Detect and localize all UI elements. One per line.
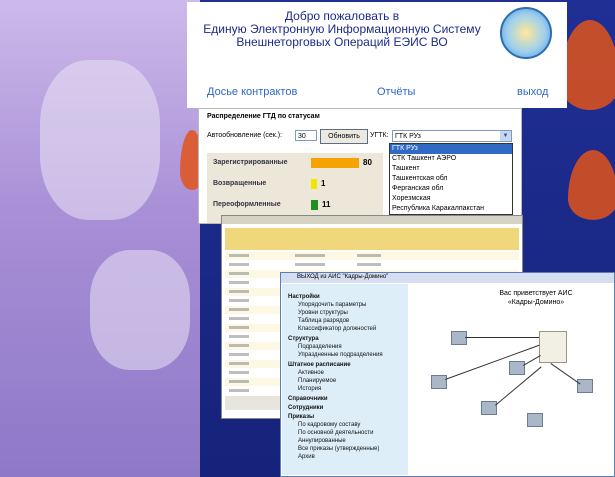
status-bar-reissued	[311, 200, 318, 210]
background-figure	[40, 60, 160, 220]
tree-item[interactable]: Таблица разрядов	[298, 318, 349, 324]
status-bar-returned	[311, 179, 317, 189]
computer-icon	[481, 401, 497, 415]
tree-item[interactable]: Упорядочить параметры	[298, 302, 366, 308]
tree-item[interactable]: Планируемое	[298, 378, 336, 384]
table-cell	[229, 263, 249, 266]
ugtk-select[interactable]: ГТК РУз ▼	[392, 130, 512, 142]
table-cell	[229, 353, 249, 356]
table-footer	[225, 396, 285, 410]
hr-welcome-line-1: Вас приветствует АИС	[499, 290, 573, 297]
gtd-title: Распределение ГТД по статусам	[207, 113, 320, 120]
refresh-button[interactable]: Обновить	[320, 129, 368, 144]
tree-item[interactable]: Классификатор должностей	[298, 326, 376, 332]
table-cell	[229, 362, 249, 365]
computer-icon	[527, 413, 543, 427]
table-cell	[229, 380, 249, 383]
status-count-reissued: 11	[322, 200, 331, 209]
ugtk-option[interactable]: ГТК РУз	[390, 144, 512, 154]
tree-item-settings[interactable]: Настройки	[288, 294, 320, 300]
chevron-down-icon[interactable]: ▼	[500, 131, 511, 141]
tree-item-employees[interactable]: Сотрудники	[288, 405, 323, 411]
ugtk-option[interactable]: Ташкентская обл	[390, 174, 512, 184]
hr-navigation-tree: Настройки Упорядочить параметры Уровни с…	[282, 284, 408, 475]
computer-icon	[431, 375, 447, 389]
table-cell	[229, 281, 249, 284]
tree-item[interactable]: По основной деятельности	[298, 430, 373, 436]
nav-reports-link[interactable]: Отчёты	[377, 86, 415, 98]
connection-line	[550, 363, 581, 385]
ugtk-option[interactable]: Ташкент	[390, 164, 512, 174]
table-cell	[229, 326, 249, 329]
computer-icon	[577, 379, 593, 393]
hr-welcome: Вас приветствует АИС «Кадры-Домино»	[461, 289, 611, 307]
state-emblem-icon	[500, 7, 552, 59]
status-chart: Зарегистрированные 80 Возвращенные 1 Пер…	[207, 153, 383, 223]
tree-item[interactable]: Уровни структуры	[298, 310, 348, 316]
nav-exit-link[interactable]: выход	[517, 86, 548, 98]
table-cell	[295, 254, 325, 257]
tree-item[interactable]: История	[298, 386, 321, 392]
computer-icon	[451, 331, 467, 345]
status-bar-registered	[311, 158, 359, 168]
tree-item[interactable]: Архив	[298, 454, 315, 460]
ugtk-option[interactable]: Ферганская обл	[390, 184, 512, 194]
portal-header: Добро пожаловать в Единую Электронную Ин…	[187, 2, 567, 108]
tree-item-orders[interactable]: Приказы	[288, 414, 314, 420]
server-icon	[539, 331, 567, 363]
tree-item[interactable]: По кадровому составу	[298, 422, 360, 428]
table-header-row	[225, 228, 519, 250]
status-count-registered: 80	[363, 158, 372, 167]
hr-window-titlebar: ВЫХОД из АИС "Кадры-Домино"	[281, 273, 614, 283]
tree-item[interactable]: Аннулированные	[298, 438, 346, 444]
table-cell	[295, 263, 325, 266]
table-cell	[229, 272, 249, 275]
status-label-registered: Зарегистрированные	[213, 159, 288, 166]
welcome-line-3: Внешнеторговых Операций ЕЭИС ВО	[236, 35, 448, 49]
table-row[interactable]	[225, 252, 519, 260]
hr-welcome-line-2: «Кадры-Домино»	[507, 299, 565, 306]
tree-item[interactable]: Все приказы (утвержденные)	[298, 446, 379, 452]
ugtk-label: УГТК:	[370, 132, 389, 139]
table-cell	[229, 254, 249, 257]
ugtk-dropdown-list[interactable]: ГТК РУз СТК Ташкент АЭРО Ташкент Ташкент…	[389, 143, 513, 215]
background-figure	[90, 250, 190, 370]
connection-line	[465, 337, 539, 338]
tree-item-structure[interactable]: Структура	[288, 336, 319, 342]
hr-exit-link[interactable]: ВЫХОД из АИС "Кадры-Домино"	[297, 274, 388, 280]
table-menubar[interactable]	[222, 216, 522, 224]
table-cell	[229, 317, 249, 320]
tree-item[interactable]: Упраздненные подразделения	[298, 352, 383, 358]
table-cell	[229, 389, 249, 392]
table-cell	[229, 371, 249, 374]
auto-refresh-input[interactable]: 30	[295, 130, 317, 141]
table-cell	[357, 263, 381, 266]
tree-item[interactable]: Активное	[298, 370, 324, 376]
ugtk-option[interactable]: Республика Каракалпакстан	[390, 204, 512, 214]
tree-item-staffing[interactable]: Штатное расписание	[288, 362, 351, 368]
table-cell	[229, 344, 249, 347]
computer-icon	[509, 361, 525, 375]
nav-contracts-link[interactable]: Досье контрактов	[207, 86, 297, 98]
auto-refresh-label: Автообновление (сек.):	[207, 132, 283, 139]
status-label-returned: Возвращенные	[213, 180, 267, 187]
table-cell	[357, 254, 381, 257]
ugtk-select-value: ГТК РУз	[395, 133, 421, 140]
table-cell	[229, 308, 249, 311]
ugtk-option[interactable]: СТК Ташкент АЭРО	[390, 154, 512, 164]
tree-item-references[interactable]: Справочники	[288, 396, 328, 402]
hr-system-window: ВЫХОД из АИС "Кадры-Домино" Настройки Уп…	[280, 272, 615, 477]
tree-item[interactable]: Подразделения	[298, 344, 342, 350]
status-label-reissued: Переоформленные	[213, 201, 281, 208]
table-cell	[229, 299, 249, 302]
table-cell	[229, 290, 249, 293]
table-row[interactable]	[225, 261, 519, 269]
status-count-returned: 1	[321, 179, 326, 188]
table-cell	[229, 335, 249, 338]
ugtk-option[interactable]: Хорезмская	[390, 194, 512, 204]
